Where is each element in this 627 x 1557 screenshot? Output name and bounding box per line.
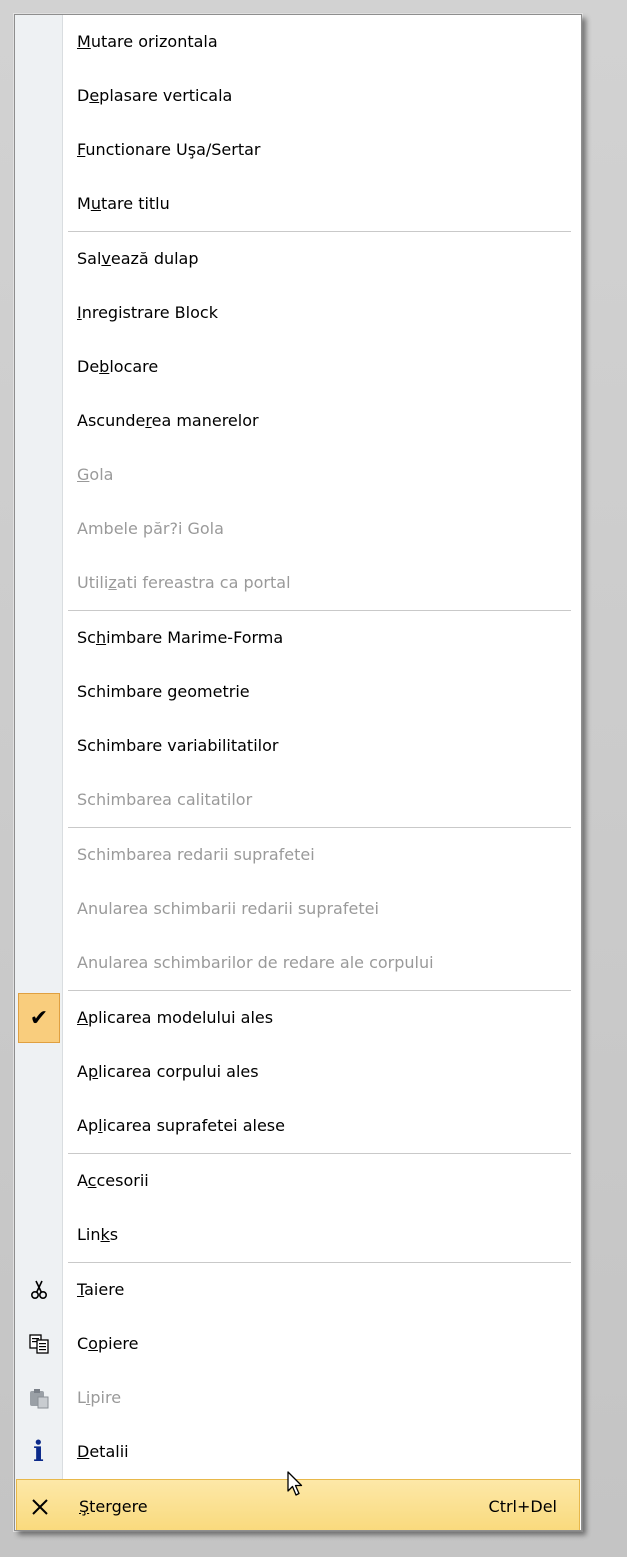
menu-item[interactable]: Schimbare variabilitatilor — [15, 719, 581, 773]
checkmark-icon: ✔ — [18, 993, 60, 1043]
menu-item-label: Salvează dulap — [77, 249, 199, 268]
menu-item-label: Schimbare Marime-Forma — [77, 628, 284, 647]
menu-item[interactable]: Copiere — [15, 1317, 581, 1371]
menu-items: Mutare orizontala Deplasare verticala Func… — [15, 15, 581, 1530]
scissors-icon — [15, 1263, 62, 1317]
menu-item: Anularea schimbarilor de redare ale corp… — [15, 936, 581, 990]
menu-item: Lipire — [15, 1371, 581, 1425]
menu-item-label: Accesorii — [77, 1171, 149, 1190]
paste-icon — [15, 1371, 62, 1425]
menu-item-label: Schimbarea calitatilor — [77, 790, 253, 809]
menu-item[interactable]: Schimbare Marime-Forma — [15, 611, 581, 665]
menu-item-label: Inregistrare Block — [77, 303, 218, 322]
menu-item[interactable]: Schimbare geometrie — [15, 665, 581, 719]
menu-item-label: Detalii — [77, 1442, 129, 1461]
menu-item[interactable]: Ascunderea manerelor — [15, 394, 581, 448]
menu-item[interactable]: Links — [15, 1208, 581, 1262]
menu-item[interactable]: ✔ Aplicarea modelului ales — [15, 991, 581, 1045]
menu-item: Schimbarea calitatilor — [15, 773, 581, 827]
menu-item-label: Copiere — [77, 1334, 139, 1353]
menu-item-label: Anularea schimbarii redarii suprafetei — [77, 899, 379, 918]
menu-item-label: Functionare Uşa/Sertar — [77, 140, 261, 159]
context-menu: Mutare orizontala Deplasare verticala Func… — [14, 14, 582, 1531]
menu-item-label: Deblocare — [77, 357, 159, 376]
menu-item-label: Mutare titlu — [77, 194, 170, 213]
menu-item[interactable]: Inregistrare Block — [15, 286, 581, 340]
menu-item[interactable]: Accesorii — [15, 1154, 581, 1208]
menu-item-label: Aplicarea modelului ales — [77, 1008, 274, 1027]
mouse-cursor-icon — [287, 1471, 303, 1496]
menu-item-label: Ştergere — [79, 1497, 148, 1516]
menu-item-label: Aplicarea corpului ales — [77, 1062, 259, 1081]
menu-item[interactable]: Aplicarea suprafetei alese — [15, 1099, 581, 1153]
menu-item: Anularea schimbarii redarii suprafetei — [15, 882, 581, 936]
menu-item[interactable]: Mutare titlu — [15, 177, 581, 231]
info-icon: i — [33, 1435, 44, 1468]
menu-item-label: Utilizati fereastra ca portal — [77, 573, 291, 592]
menu-item-label: Ambele păr?i Gola — [77, 519, 224, 538]
menu-item[interactable]: Salvează dulap — [15, 232, 581, 286]
menu-item-label: Aplicarea suprafetei alese — [77, 1116, 285, 1135]
shortcut-label: Ctrl+Del — [488, 1497, 557, 1516]
menu-item-label: Ascunderea manerelor — [77, 411, 259, 430]
menu-item[interactable]: Taiere — [15, 1263, 581, 1317]
window-backdrop: Mutare orizontala Deplasare verticala Func… — [0, 0, 627, 1557]
menu-item[interactable]: Functionare Uşa/Sertar — [15, 123, 581, 177]
menu-item: Schimbarea redarii suprafetei — [15, 828, 581, 882]
copy-icon — [15, 1317, 62, 1371]
menu-item-label: Gola — [77, 465, 114, 484]
menu-item-label: Taiere — [77, 1280, 125, 1299]
menu-item-label: Lipire — [77, 1388, 122, 1407]
menu-item[interactable]: Aplicarea corpului ales — [15, 1045, 581, 1099]
menu-item-label: Mutare orizontala — [77, 32, 218, 51]
menu-item: Gola — [15, 448, 581, 502]
menu-item-label: Deplasare verticala — [77, 86, 233, 105]
menu-item[interactable]: Mutare orizontala — [15, 15, 581, 69]
menu-item-label: Anularea schimbarilor de redare ale corp… — [77, 953, 434, 972]
menu-item: Utilizati fereastra ca portal — [15, 556, 581, 610]
menu-item: Ambele păr?i Gola — [15, 502, 581, 556]
menu-item-label: Schimbarea redarii suprafetei — [77, 845, 315, 864]
menu-item-label: Links — [77, 1225, 119, 1244]
menu-item-label: Schimbare geometrie — [77, 682, 250, 701]
menu-item[interactable]: Deblocare — [15, 340, 581, 394]
menu-item-label: Schimbare variabilitatilor — [77, 736, 279, 755]
delete-x-icon — [16, 1480, 63, 1530]
menu-item[interactable]: Deplasare verticala — [15, 69, 581, 123]
